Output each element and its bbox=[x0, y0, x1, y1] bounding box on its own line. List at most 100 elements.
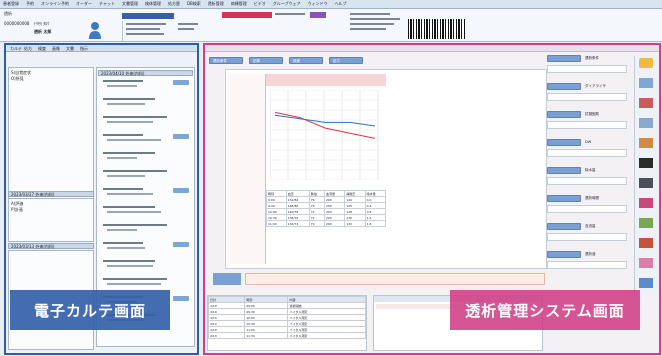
order-line bbox=[103, 242, 143, 244]
setting-label: 透析条件 bbox=[585, 56, 599, 60]
toolbar-button-1[interactable]: 記録 bbox=[249, 57, 283, 64]
setting-button-4[interactable] bbox=[547, 167, 581, 174]
order-button[interactable] bbox=[173, 242, 189, 247]
order-button[interactable] bbox=[173, 80, 189, 85]
ehr-tab-5[interactable]: 指示 bbox=[80, 46, 88, 51]
menu-item-13[interactable]: ウィンドウ bbox=[308, 1, 328, 7]
setting-field[interactable] bbox=[547, 93, 627, 101]
patient-id: 0000000008 bbox=[4, 21, 30, 26]
patient-tag: 透析 bbox=[4, 11, 12, 16]
ehr-caption: 電子カルテ画面 bbox=[10, 290, 170, 330]
toolbar-label: 記録 bbox=[253, 59, 260, 63]
menu-item-3[interactable]: オーダー bbox=[76, 1, 92, 7]
setting-button-3[interactable] bbox=[547, 139, 581, 146]
clipboard-icon[interactable] bbox=[639, 138, 653, 148]
order-line bbox=[103, 152, 155, 154]
ehr-tab-0[interactable]: カルテ bbox=[10, 46, 22, 51]
ehr-tab-1[interactable]: 処方 bbox=[24, 46, 32, 51]
setting-button-1[interactable] bbox=[547, 83, 581, 90]
order-line bbox=[103, 206, 155, 208]
ehr-tab-3[interactable]: 画像 bbox=[52, 46, 60, 51]
setting-button-6[interactable] bbox=[547, 223, 581, 230]
ehr-tab-4[interactable]: 文書 bbox=[66, 46, 74, 51]
menu-item-5[interactable]: 文書管理 bbox=[122, 1, 138, 7]
heart-icon[interactable] bbox=[639, 258, 653, 268]
barcode bbox=[408, 19, 466, 39]
order-subline bbox=[107, 175, 145, 177]
setting-field[interactable] bbox=[547, 149, 627, 157]
menu-item-0[interactable]: 患者登録 bbox=[3, 1, 19, 7]
toolbar-button-0[interactable]: 透析条件 bbox=[209, 57, 243, 64]
chart-icon[interactable] bbox=[639, 218, 653, 228]
order-subline bbox=[107, 139, 161, 141]
menu-item-4[interactable]: チャット bbox=[99, 1, 115, 7]
order-line bbox=[103, 224, 167, 226]
record-tree-top[interactable]: S)自覚症状 O)所見 bbox=[8, 67, 94, 199]
vitals-grid: 時刻 血圧 脈拍 血流量 静脈圧 除水量 9:00 152/84 76 200 120 0.0 9:30… bbox=[266, 190, 387, 227]
order-subline bbox=[107, 283, 161, 285]
calendar-icon[interactable] bbox=[639, 178, 653, 188]
order-button[interactable] bbox=[173, 134, 189, 139]
setting-button-5[interactable] bbox=[547, 195, 581, 202]
menu-item-2[interactable]: オンライン予約 bbox=[41, 1, 69, 7]
table-cell: 4/10 bbox=[207, 332, 246, 339]
settings-column: 透析条件 ダイアライザ 抗凝固剤 DW 除水量 透析時間 血流量 透析液 bbox=[547, 55, 631, 285]
grid-header-band bbox=[266, 74, 386, 86]
setting-field[interactable] bbox=[547, 261, 627, 269]
setting-field[interactable] bbox=[547, 233, 627, 241]
patient-name-kana: ﾄｳｾｷ ﾀﾛｳ bbox=[34, 21, 50, 26]
grid-cell: 132 bbox=[344, 220, 366, 227]
ehr-tab-2[interactable]: 検査 bbox=[38, 46, 46, 51]
order-line bbox=[103, 260, 155, 262]
record-tree-mid[interactable]: A)評価 P)計画 bbox=[8, 198, 94, 242]
setting-button-0[interactable] bbox=[547, 55, 581, 62]
menu-item-1[interactable]: 予約 bbox=[26, 1, 34, 7]
memo-button[interactable] bbox=[213, 273, 241, 285]
menu-item-11[interactable]: ビデオ bbox=[254, 1, 266, 7]
menu-item-7[interactable]: 処方歴 bbox=[168, 1, 180, 7]
patient-name: 透析 太郎 bbox=[34, 29, 52, 34]
order-subline bbox=[107, 229, 137, 231]
document-icon[interactable] bbox=[639, 78, 653, 88]
tool-icon-column bbox=[634, 56, 657, 296]
patient-header: 透析 0000000008 ﾄｳｾｷ ﾀﾛｳ 透析 太郎 bbox=[0, 9, 662, 42]
section-bar[interactable]: 2023/03/27 外来(内科) bbox=[8, 191, 94, 197]
toolbar-button-2[interactable]: 検査 bbox=[289, 57, 323, 64]
dialysis-caption: 透析管理システム画面 bbox=[450, 290, 640, 330]
menu-item-10[interactable]: 病棟管理 bbox=[231, 1, 247, 7]
grid-row[interactable]: 11:00 132/74 70 200 132 1.6 bbox=[266, 220, 387, 227]
setting-field[interactable] bbox=[547, 205, 627, 213]
table-cell: 11:30 bbox=[244, 332, 289, 339]
setting-button-7[interactable] bbox=[547, 251, 581, 258]
setting-field[interactable] bbox=[547, 121, 627, 129]
memo-field[interactable] bbox=[245, 273, 545, 285]
setting-label: 透析時間 bbox=[585, 196, 599, 200]
menu-item-14[interactable]: ヘルプ bbox=[335, 1, 347, 7]
menu-item-6[interactable]: 検体管理 bbox=[145, 1, 161, 7]
screenshot: 患者登録 予約 オンライン予約 オーダー チャット 文書管理 検体管理 処方歴 DB検索 透析管理… bbox=[0, 0, 662, 356]
menu-item-8[interactable]: DB検索 bbox=[187, 1, 201, 7]
order-button[interactable] bbox=[173, 296, 189, 301]
pen-icon[interactable] bbox=[639, 98, 653, 108]
section-bar[interactable]: 2023/03/13 外来(内科) bbox=[8, 243, 94, 249]
menu-item-9[interactable]: 透析管理 bbox=[208, 1, 224, 7]
toolbar-button-3[interactable]: 処方 bbox=[329, 57, 363, 64]
grid-cell: 132/74 bbox=[285, 220, 310, 227]
table-row[interactable]: 4/10 11:30 バイタル測定 bbox=[207, 332, 366, 339]
order-subline bbox=[107, 157, 137, 159]
order-line bbox=[103, 278, 167, 280]
setting-button-2[interactable] bbox=[547, 111, 581, 118]
setting-field[interactable] bbox=[547, 177, 627, 185]
order-button[interactable] bbox=[173, 188, 189, 193]
home-icon[interactable] bbox=[639, 58, 653, 68]
menu-item-12[interactable]: グループウェア bbox=[273, 1, 301, 7]
settings-icon[interactable] bbox=[639, 278, 653, 288]
setting-field[interactable] bbox=[547, 65, 627, 73]
list-icon[interactable] bbox=[639, 118, 653, 128]
alert-icon[interactable] bbox=[639, 238, 653, 248]
person-icon[interactable] bbox=[639, 198, 653, 208]
record-table-box: 日付 時刻 内容 4/10 09:00 透析開始 4/10 09:30 バイタル測定 4/10 10… bbox=[207, 295, 367, 351]
order-line bbox=[103, 116, 167, 118]
grid-cell: 70 bbox=[308, 220, 325, 227]
monitor-icon[interactable] bbox=[639, 158, 653, 168]
